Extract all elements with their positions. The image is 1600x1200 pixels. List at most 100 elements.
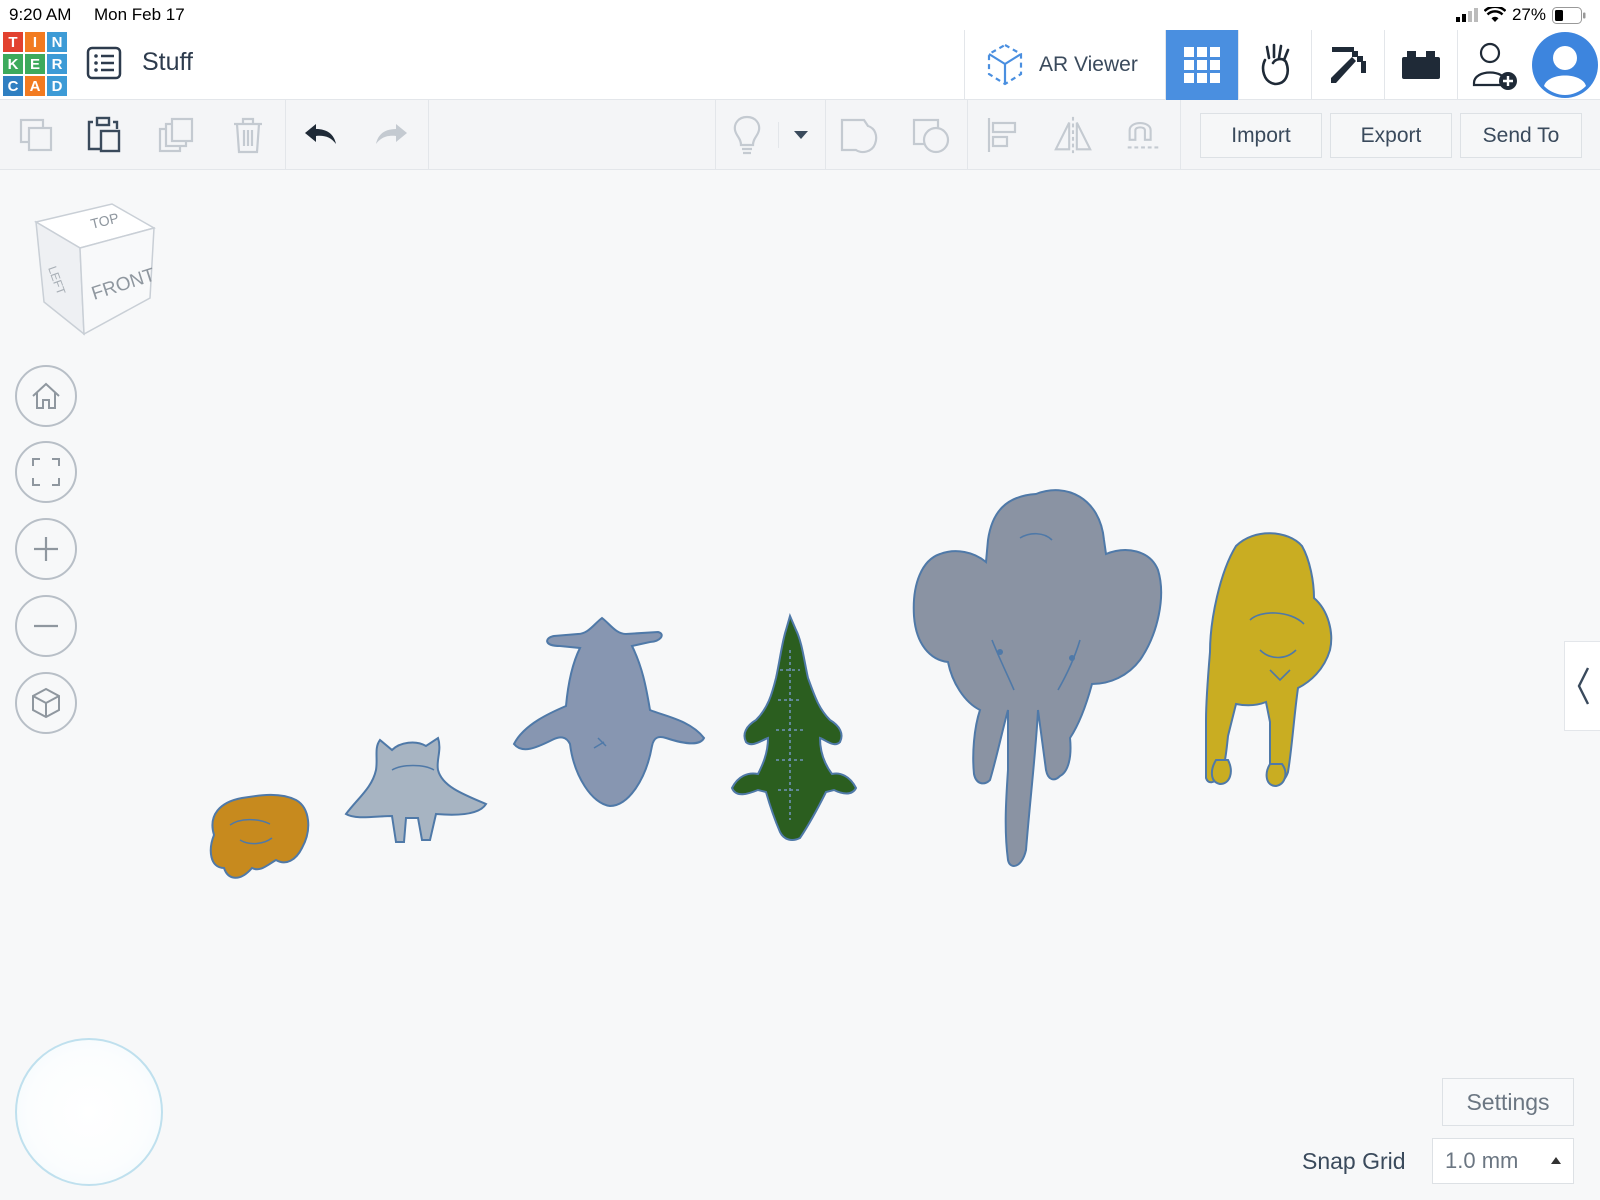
avatar-icon (1532, 32, 1598, 98)
toolbar-separator (715, 100, 716, 170)
fit-all-icon (32, 458, 60, 486)
paste-icon (87, 116, 121, 153)
design-menu-button[interactable] (86, 45, 122, 81)
snap-grid-value: 1.0 mm (1445, 1148, 1519, 1173)
header-actions: AR Viewer (964, 30, 1600, 100)
chevron-left-icon (1577, 667, 1589, 705)
home-icon (32, 382, 60, 409)
crocodile-model[interactable] (730, 613, 858, 841)
undo-button[interactable] (300, 114, 342, 156)
shapes-panel-toggle[interactable] (1564, 641, 1600, 731)
toolbar-separator (967, 100, 968, 170)
redo-button[interactable] (370, 114, 412, 156)
delete-button[interactable] (227, 114, 269, 156)
status-date: Mon Feb 17 (94, 5, 185, 24)
logo-letter: C (3, 76, 23, 96)
import-button[interactable]: Import (1200, 113, 1322, 158)
edit-toolbar: Import Export Send To (0, 100, 1600, 170)
magnet-icon (1127, 122, 1161, 149)
toolbar-separator (285, 100, 286, 170)
ungroup-icon (912, 118, 950, 154)
duplicate-button[interactable] (155, 114, 197, 156)
logo-letter: I (25, 32, 45, 52)
blocks-view-button[interactable] (1238, 30, 1311, 100)
toolbar-separator (825, 100, 826, 170)
grid-icon (1184, 47, 1220, 83)
projection-toggle-button[interactable] (15, 672, 77, 734)
design-title[interactable]: Stuff (142, 48, 193, 77)
lightbulb-icon (733, 115, 761, 155)
cellular-icon (1455, 8, 1478, 22)
caret-up-icon (1551, 1157, 1561, 1164)
zoom-out-button[interactable] (15, 595, 77, 657)
frog-model[interactable] (209, 793, 310, 879)
perspective-cube-icon (32, 687, 60, 719)
add-user-icon (1472, 42, 1517, 90)
settings-button[interactable]: Settings (1442, 1078, 1574, 1126)
trash-icon (234, 117, 262, 154)
toolbar-separator (428, 100, 429, 170)
snap-grid-select[interactable]: 1.0 mm (1432, 1138, 1574, 1184)
status-time: 9:20 AM (9, 5, 72, 24)
notes-button[interactable] (726, 114, 768, 156)
logo-letter: A (25, 76, 45, 96)
group-icon (840, 118, 878, 154)
ar-viewer-label: AR Viewer (1039, 53, 1138, 76)
send-to-button[interactable]: Send To (1460, 113, 1582, 158)
paste-button[interactable] (83, 114, 125, 156)
align-icon (987, 118, 1017, 152)
tinkercad-logo[interactable]: TIN KER CAD (3, 32, 69, 98)
mirror-button[interactable] (1052, 114, 1094, 156)
copy-icon (19, 118, 53, 152)
3d-design-view-button[interactable] (1165, 30, 1238, 100)
logo-letter: E (25, 54, 45, 74)
logo-letter: T (3, 32, 23, 52)
undo-icon (305, 124, 336, 144)
cruise-button[interactable] (1122, 114, 1164, 156)
status-right: 27% (1455, 5, 1586, 25)
logo-letter: K (3, 54, 23, 74)
hand-gesture-icon (1261, 43, 1290, 86)
lego-view-button[interactable] (1384, 30, 1457, 100)
ungroup-button[interactable] (910, 114, 952, 156)
workplane-canvas[interactable] (180, 420, 1440, 920)
group-button[interactable] (838, 114, 880, 156)
minus-icon (34, 624, 58, 628)
plus-icon (34, 537, 58, 561)
export-button[interactable]: Export (1330, 113, 1452, 158)
app-header: TIN KER CAD Stuff AR Viewer (0, 30, 1600, 100)
status-bar: 9:20 AM Mon Feb 17 27% (0, 0, 1600, 30)
logo-letter: R (47, 54, 67, 74)
mirror-icon (1054, 116, 1092, 154)
pickaxe-icon (1331, 47, 1366, 83)
invite-user-button[interactable] (1457, 30, 1530, 100)
toolbar-separator (778, 122, 779, 148)
lion-model[interactable] (1205, 532, 1333, 788)
notes-dropdown-button[interactable] (780, 114, 822, 156)
battery-icon (1552, 6, 1586, 24)
ar-viewer-button[interactable]: AR Viewer (965, 30, 1165, 100)
redo-icon (376, 124, 407, 144)
duplicate-icon (158, 117, 194, 153)
logo-letter: N (47, 32, 67, 52)
ar-cube-icon (987, 43, 1023, 86)
walrus-model[interactable] (344, 736, 488, 843)
elephant-model[interactable] (912, 489, 1163, 867)
minecraft-view-button[interactable] (1311, 30, 1384, 100)
wifi-icon (1483, 7, 1506, 22)
caret-down-icon (794, 131, 808, 139)
toolbar-separator (1180, 100, 1181, 170)
brick-icon (1402, 51, 1440, 79)
list-icon (86, 46, 122, 80)
fit-view-button[interactable] (15, 441, 77, 503)
logo-letter: D (47, 76, 67, 96)
navigation-joystick[interactable] (15, 1038, 163, 1186)
view-cube[interactable]: TOP LEFT FRONT (28, 198, 168, 338)
whale-model[interactable] (512, 616, 706, 808)
account-avatar[interactable] (1530, 30, 1600, 100)
zoom-in-button[interactable] (15, 518, 77, 580)
align-button[interactable] (982, 114, 1024, 156)
snap-grid-label: Snap Grid (1302, 1148, 1406, 1174)
copy-button[interactable] (15, 114, 57, 156)
home-view-button[interactable] (15, 365, 77, 427)
